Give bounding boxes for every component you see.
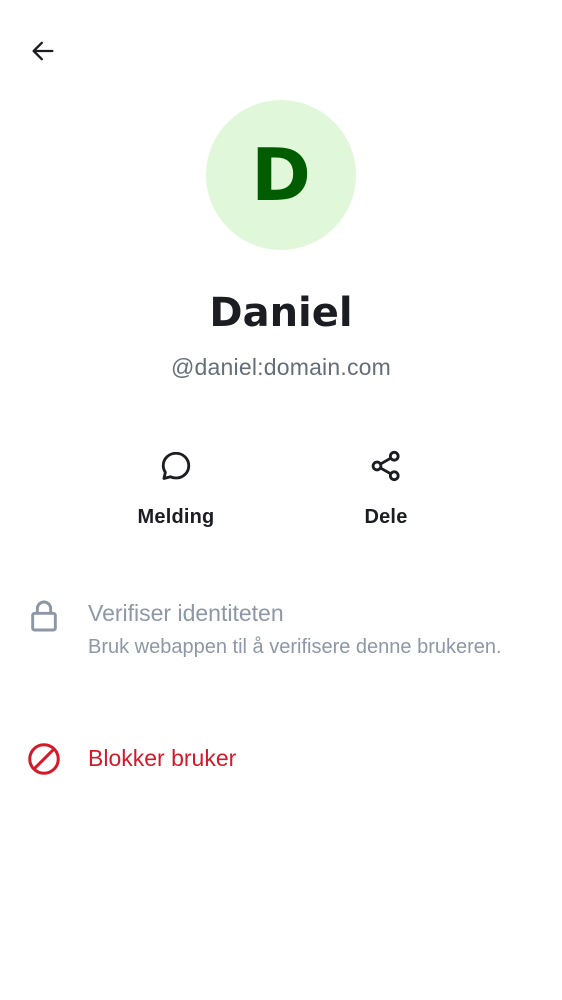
- back-button[interactable]: [20, 28, 66, 74]
- lock-icon: [31, 600, 57, 632]
- block-title: Blokker bruker: [88, 745, 237, 771]
- verify-subtitle: Bruk webappen til å verifisere denne bru…: [88, 636, 502, 658]
- avatar: D: [206, 100, 356, 250]
- verify-identity-item[interactable]: Verifiser identiteten Bruk webappen til …: [0, 592, 562, 702]
- block-icon: [28, 743, 60, 775]
- share-button[interactable]: Dele: [306, 440, 466, 550]
- display-name: Daniel: [209, 290, 353, 336]
- share-icon: [371, 450, 400, 482]
- message-label: Melding: [137, 506, 215, 528]
- chat-bubble-icon: [161, 451, 191, 480]
- message-button[interactable]: Melding: [96, 440, 256, 550]
- user-id: @daniel:domain.com: [171, 354, 391, 380]
- verify-title: Verifiser identiteten: [88, 600, 284, 626]
- avatar-initial: D: [251, 133, 311, 217]
- arrow-left-icon: [32, 41, 54, 61]
- block-user-item[interactable]: Blokker bruker: [0, 735, 562, 785]
- share-label: Dele: [364, 506, 408, 528]
